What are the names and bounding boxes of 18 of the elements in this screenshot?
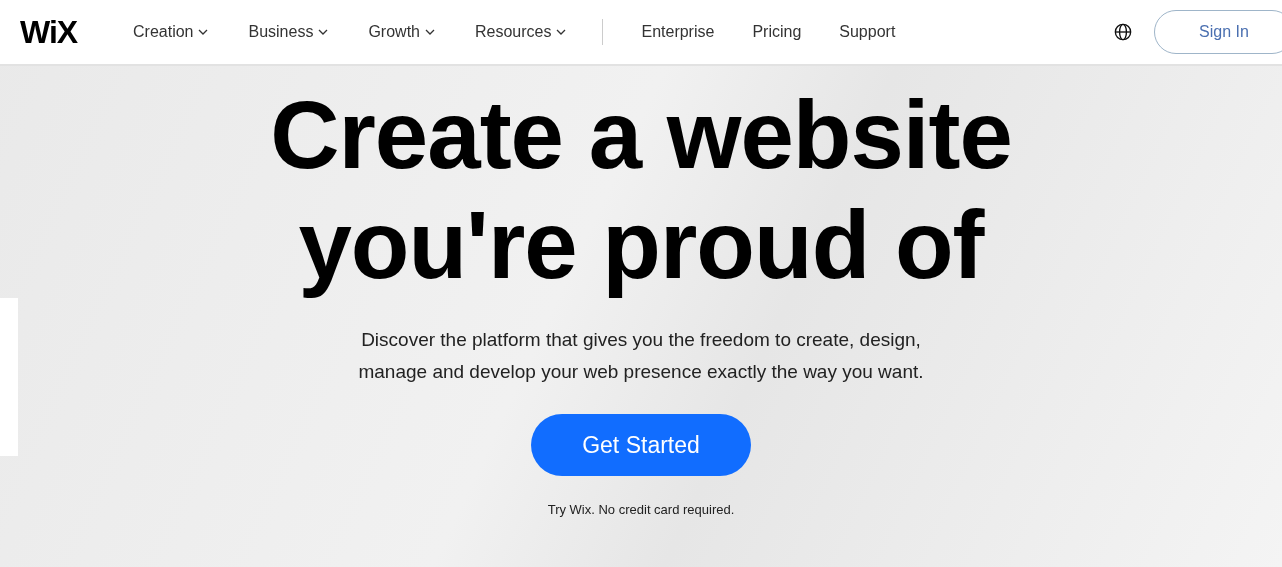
chevron-down-icon (198, 29, 209, 35)
hero-subtitle: Discover the platform that gives you the freedom to create, design, manage and develop your web presence exactly the way you want. (358, 328, 924, 384)
get-started-button[interactable]: Get Started (531, 414, 751, 476)
nav-link[interactable]: Pricing (752, 23, 802, 41)
hero-headline: Create a website you're proud of (270, 80, 1012, 300)
globe-icon[interactable] (1114, 23, 1132, 41)
nav-link[interactable]: Support (839, 23, 896, 41)
chevron-down-icon (556, 29, 567, 35)
trial-note: Try Wix. No credit card required. (547, 502, 735, 517)
nav-dropdown[interactable]: Resources (475, 23, 567, 41)
nav-dropdown[interactable]: Creation (133, 23, 209, 41)
nav-dropdown[interactable]: Growth (368, 23, 435, 41)
wix-logo[interactable]: WiX (20, 13, 133, 51)
chevron-down-icon (318, 29, 329, 35)
chevron-down-icon (425, 29, 435, 35)
nav-dropdown[interactable]: Business (248, 23, 329, 41)
nav-link[interactable]: Enterprise (641, 23, 715, 41)
sign-in-button[interactable]: Sign In (1154, 10, 1282, 54)
